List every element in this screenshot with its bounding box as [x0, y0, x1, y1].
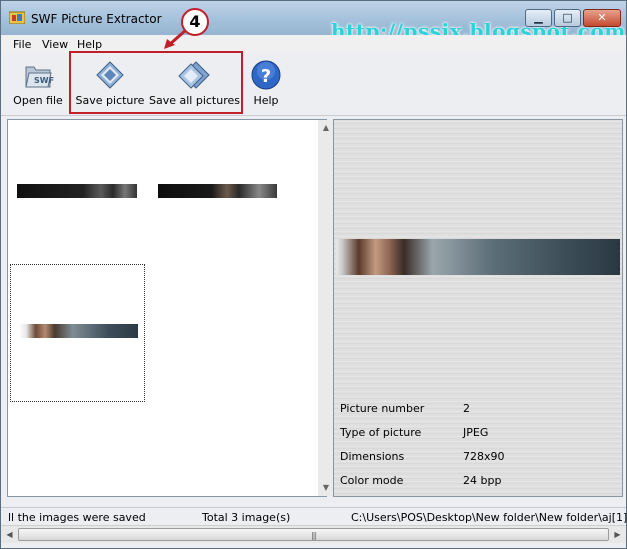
property-label: Dimensions [340, 450, 405, 463]
property-row: Dimensions 728x90 [340, 450, 610, 468]
property-label: Type of picture [340, 426, 422, 439]
svg-text:SWF: SWF [34, 76, 54, 85]
minimize-button[interactable]: ▁ [525, 9, 552, 27]
open-file-icon: SWF [25, 66, 54, 88]
help-label: Help [253, 94, 279, 107]
help-icon: ? [251, 60, 281, 90]
svg-text:?: ? [261, 66, 271, 87]
property-value: JPEG [463, 426, 489, 439]
thumbnail-list[interactable]: ▲ ▼ [7, 119, 334, 497]
app-icon [9, 11, 25, 24]
status-bar: ll the images were saved Total 3 image(s… [1, 507, 627, 525]
scroll-right-icon[interactable]: ▶ [609, 526, 626, 543]
thumbnail-image-2[interactable] [158, 184, 277, 198]
window-title: SWF Picture Extractor [31, 12, 162, 26]
preview-image [336, 239, 620, 275]
status-path: C:\Users\POS\Desktop\New folder\New fold… [351, 511, 627, 524]
property-row: Color mode 24 bpp [340, 474, 610, 492]
property-label: Picture number [340, 402, 425, 415]
open-file-label: Open file [13, 94, 63, 107]
property-label: Color mode [340, 474, 404, 487]
property-row: Type of picture JPEG [340, 426, 610, 444]
property-value: 2 [463, 402, 470, 415]
horizontal-scrollbar[interactable]: ◀ ||| ▶ [1, 525, 626, 543]
menu-file[interactable]: File [13, 38, 31, 51]
menu-help[interactable]: Help [77, 38, 102, 51]
thumbnail-image-3[interactable] [19, 324, 138, 338]
property-value: 24 bpp [463, 474, 502, 487]
property-value: 728x90 [463, 450, 505, 463]
open-file-button[interactable]: SWF Open file [9, 57, 67, 113]
preview-panel: Picture number 2 Type of picture JPEG Di… [333, 119, 623, 497]
help-button[interactable]: ? Help [249, 57, 283, 113]
maximize-button[interactable]: □ [554, 9, 581, 27]
scroll-down-icon[interactable]: ▼ [318, 480, 334, 496]
close-button[interactable]: ✕ [583, 9, 621, 27]
app-window: SWF Picture Extractor http://pssix.blogs… [0, 0, 627, 549]
annotation-highlight-box [69, 51, 243, 114]
menu-view[interactable]: View [42, 38, 68, 51]
vertical-scrollbar[interactable]: ▲ ▼ [318, 120, 334, 496]
annotation-step-badge: 4 [181, 8, 209, 36]
status-total: Total 3 image(s) [202, 511, 291, 524]
thumbnail-image-1[interactable] [17, 184, 137, 198]
title-bar[interactable]: SWF Picture Extractor http://pssix.blogs… [1, 1, 626, 43]
scroll-thumb[interactable]: ||| [18, 528, 609, 541]
status-message: ll the images were saved [8, 511, 146, 524]
scroll-left-icon[interactable]: ◀ [1, 526, 18, 543]
property-row: Picture number 2 [340, 402, 610, 420]
scroll-up-icon[interactable]: ▲ [318, 120, 334, 136]
